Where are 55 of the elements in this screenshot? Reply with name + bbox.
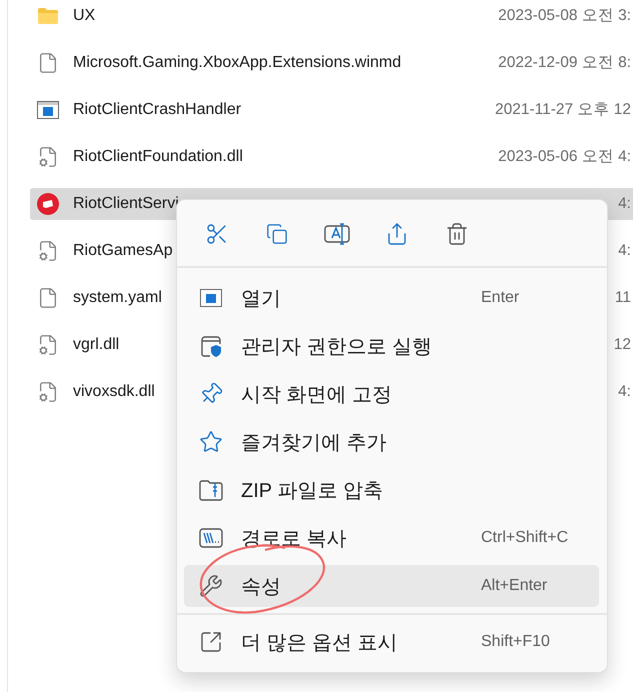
menu-item[interactable]: 즐겨찾기에 추가 xyxy=(184,421,599,463)
file-icon xyxy=(37,286,59,308)
star-icon xyxy=(199,430,223,454)
fist-logo-icon xyxy=(37,192,59,214)
modified-date: 12 xyxy=(614,336,632,354)
shortcut-label: Ctrl+Shift+C xyxy=(481,529,570,547)
menu-item-label: 더 많은 옵션 표시 xyxy=(241,630,399,656)
modified-date: 4: xyxy=(618,382,632,400)
menu-item[interactable]: 시작 화면에 고정 xyxy=(184,373,599,415)
modified-date: 2021-11-27 오후 12 xyxy=(495,100,632,120)
path-icon xyxy=(199,528,223,548)
modified-date: 2023-05-08 오전 3: xyxy=(498,6,632,26)
menu-item-label: 속성 xyxy=(241,574,282,600)
settings-file-icon xyxy=(37,240,59,262)
modified-date: 11 xyxy=(614,288,632,306)
file-name: vivoxsdk.dll xyxy=(73,382,155,400)
rename-icon xyxy=(324,222,350,246)
file-name: RiotClientCrashHandler xyxy=(73,100,242,118)
zip-folder-icon xyxy=(199,479,223,501)
menu-item-label: 관리자 권한으로 실행 xyxy=(241,334,434,360)
settings-file-icon xyxy=(37,380,59,402)
menu-item-label: ZIP 파일로 압축 xyxy=(241,478,384,504)
file-icon xyxy=(37,52,59,74)
menu-item-label: 열기 xyxy=(241,286,282,312)
file-name: RiotClientFoundation.dll xyxy=(73,148,243,166)
menu-item[interactable]: 관리자 권한으로 실행 xyxy=(184,325,599,367)
file-name: UX xyxy=(73,6,96,24)
expand-icon xyxy=(199,630,223,654)
shortcut-label: Enter xyxy=(481,289,520,307)
menu-item-label: 시작 화면에 고정 xyxy=(241,382,394,408)
menu-item[interactable]: 속성 Alt+Enter xyxy=(184,565,599,607)
delete-icon xyxy=(445,222,469,246)
shortcut-label: Shift+F10 xyxy=(481,633,551,651)
menu-item-label: 즐겨찾기에 추가 xyxy=(241,430,388,456)
app-window-icon xyxy=(200,289,222,307)
menu-item[interactable]: ZIP 파일로 압축 xyxy=(184,469,599,511)
file-name: Microsoft.Gaming.XboxApp.Extensions.winmd xyxy=(73,54,402,72)
wrench-icon xyxy=(199,574,223,598)
modified-date: 2023-05-06 오전 4: xyxy=(498,147,632,167)
modified-date: 4: xyxy=(618,242,632,260)
settings-file-icon xyxy=(37,146,59,168)
file-name: vgrl.dll xyxy=(73,336,120,354)
shield-window-icon xyxy=(199,334,223,358)
file-name: RiotGamesAp xyxy=(73,242,173,260)
menu-item[interactable]: 열기 Enter xyxy=(184,277,599,319)
file-name: system.yaml xyxy=(73,288,162,306)
folder-icon xyxy=(37,6,59,24)
file-name: RiotClientServi xyxy=(73,194,179,212)
shortcut-label: Alt+Enter xyxy=(481,577,548,595)
modified-date: 2022-12-09 오전 8: xyxy=(498,53,632,73)
settings-file-icon xyxy=(37,334,59,356)
modified-date: 4: xyxy=(618,194,632,212)
app-window-icon xyxy=(37,100,59,118)
menu-item[interactable]: 더 많은 옵션 표시 Shift+F10 xyxy=(184,621,599,663)
copy-icon xyxy=(266,223,288,245)
